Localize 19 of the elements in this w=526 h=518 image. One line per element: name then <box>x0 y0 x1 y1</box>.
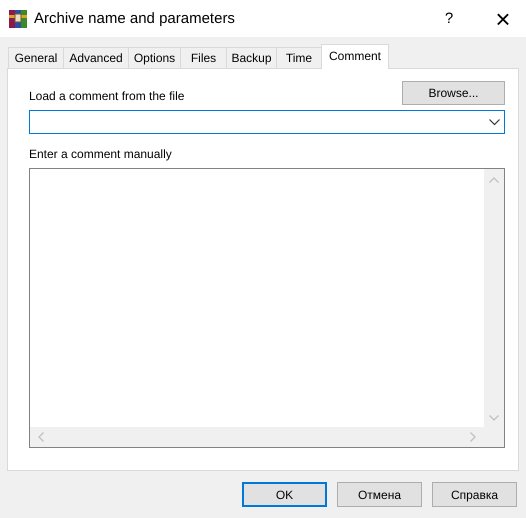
comment-text-area[interactable] <box>29 168 505 448</box>
tab[interactable]: General <box>8 47 64 68</box>
tab[interactable]: Comment <box>321 44 389 69</box>
dialog-button[interactable]: Отмена <box>337 482 422 507</box>
field-label: Enter a comment manually <box>29 147 173 162</box>
help-button[interactable]: ? <box>426 10 472 27</box>
field-label: Load a comment from the file <box>29 89 184 104</box>
archive-books-icon <box>8 8 28 28</box>
dialog-button[interactable]: Справка <box>432 482 517 507</box>
chevron-up-icon <box>489 177 499 183</box>
window-title: Archive name and parameters <box>34 10 236 27</box>
browse-button[interactable]: Browse... <box>402 81 505 105</box>
close-button[interactable]: × <box>480 6 526 32</box>
dialog-button[interactable]: OK <box>242 482 327 507</box>
chevron-right-icon <box>470 432 476 442</box>
file-dropdown[interactable] <box>29 110 505 134</box>
chevron-down-icon <box>489 415 499 421</box>
chevron-down-icon <box>489 118 500 126</box>
chevron-left-icon <box>38 432 44 442</box>
